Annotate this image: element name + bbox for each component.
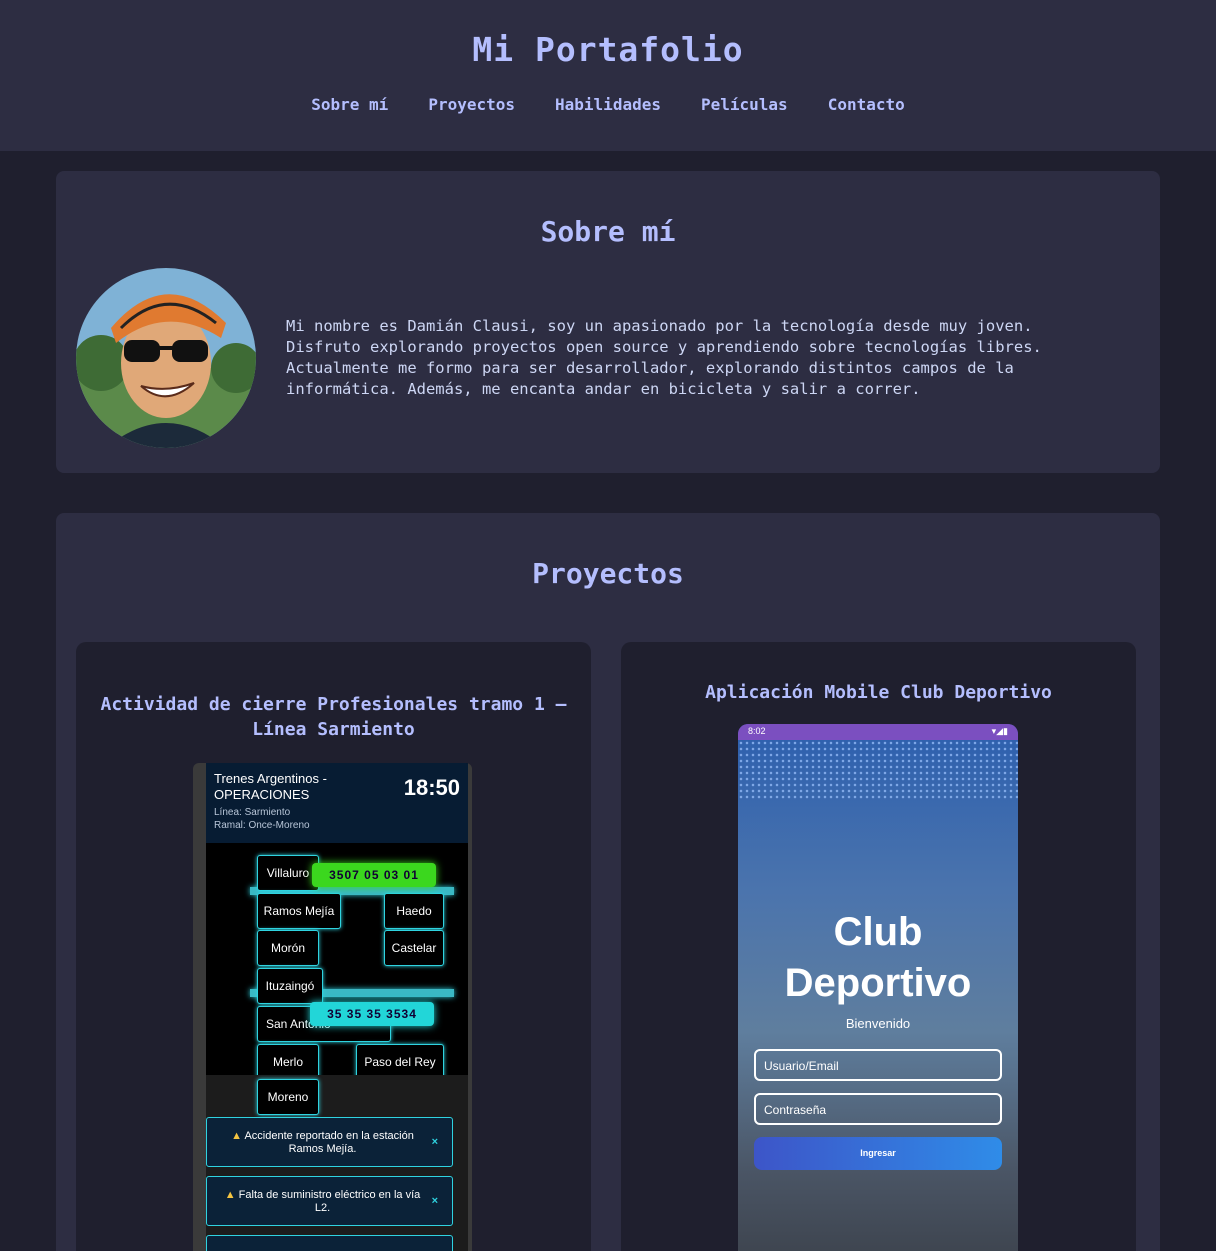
org-name-line1: Trenes Argentinos - (214, 771, 327, 786)
status-bar: 8:02 ▾◢▮ (738, 724, 1018, 740)
main-nav: Sobre mí Proyectos Habilidades Películas… (0, 95, 1216, 114)
nav-link-proyectos[interactable]: Proyectos (428, 95, 515, 114)
alert-card[interactable]: ▲ Falta de suministro eléctrico en la ví… (206, 1176, 453, 1226)
station: Ituzaingó (257, 968, 323, 1004)
warning-icon: ▲ (231, 1130, 243, 1142)
station: Villaluro (257, 855, 319, 891)
about-section: Sobre mí Mi nombre es Damián Clausi, soy… (56, 171, 1160, 473)
station: Castelar (384, 930, 444, 966)
nav-link-peliculas[interactable]: Películas (701, 95, 788, 114)
branch-label: Ramal: Once-Moreno (214, 820, 310, 831)
projects-section: Proyectos Actividad de cierre Profesiona… (56, 513, 1160, 1251)
org-name-line2: OPERACIONES (214, 787, 310, 802)
site-header: Mi Portafolio Sobre mí Proyectos Habilid… (0, 0, 1216, 151)
train-badge: 35 35 35 3534 (310, 1002, 434, 1026)
project-title: Actividad de cierre Profesionales tramo … (100, 694, 567, 740)
signal-icon: ▾◢▮ (991, 726, 1008, 736)
login-button[interactable]: Ingresar (754, 1137, 1002, 1170)
close-icon[interactable]: × (432, 1195, 438, 1208)
project-card-sarmiento[interactable]: Actividad de cierre Profesionales tramo … (76, 642, 591, 1251)
project-screenshot: 8:02 ▾◢▮ Club Deportivo Bienvenido Usuar… (738, 724, 1018, 1251)
site-title: Mi Portafolio (472, 30, 744, 69)
status-time: 8:02 (748, 726, 766, 736)
station: Haedo (384, 893, 444, 929)
station: Morón (257, 930, 319, 966)
nav-link-sobre-mi[interactable]: Sobre mí (311, 95, 388, 114)
alert-card[interactable] (206, 1235, 453, 1251)
station: Ramos Mejía (257, 893, 341, 929)
username-field[interactable]: Usuario/Email (754, 1049, 1002, 1081)
nav-link-habilidades[interactable]: Habilidades (555, 95, 661, 114)
line-map: Villaluro Ramos Mejía Haedo Morón Castel… (206, 843, 468, 1080)
nav-link-contacto[interactable]: Contacto (828, 95, 905, 114)
welcome-text: Bienvenido (845, 1016, 911, 1031)
project-card-club-deportivo[interactable]: Aplicación Mobile Club Deportivo 8:02 ▾◢… (621, 642, 1136, 1251)
alert-text: Accidente reportado en la estación Ramos… (244, 1130, 414, 1155)
app-title: Club Deportivo (784, 910, 972, 1005)
alert-card[interactable]: ▲ Accidente reportado en la estación Ram… (206, 1117, 453, 1167)
close-icon[interactable]: × (432, 1136, 438, 1149)
about-title: Sobre mí (540, 215, 676, 248)
project-title: Aplicación Mobile Club Deportivo (705, 682, 1052, 703)
avatar (76, 268, 256, 448)
projects-title: Proyectos (532, 557, 684, 590)
train-badge: 3507 05 03 01 (312, 863, 436, 887)
line-label: Línea: Sarmiento (214, 807, 291, 818)
clock: 18:50 (403, 775, 460, 800)
about-description: Mi nombre es Damián Clausi, soy un apasi… (286, 317, 1042, 398)
password-field[interactable]: Contraseña (754, 1093, 1002, 1125)
dot-pattern (738, 740, 1018, 800)
station: Moreno (257, 1079, 319, 1115)
project-screenshot: Trenes Argentinos - OPERACIONES Línea: Sa… (193, 763, 472, 1251)
alert-text: Falta de suministro eléctrico en la vía … (238, 1189, 421, 1214)
warning-icon: ▲ (224, 1189, 236, 1201)
